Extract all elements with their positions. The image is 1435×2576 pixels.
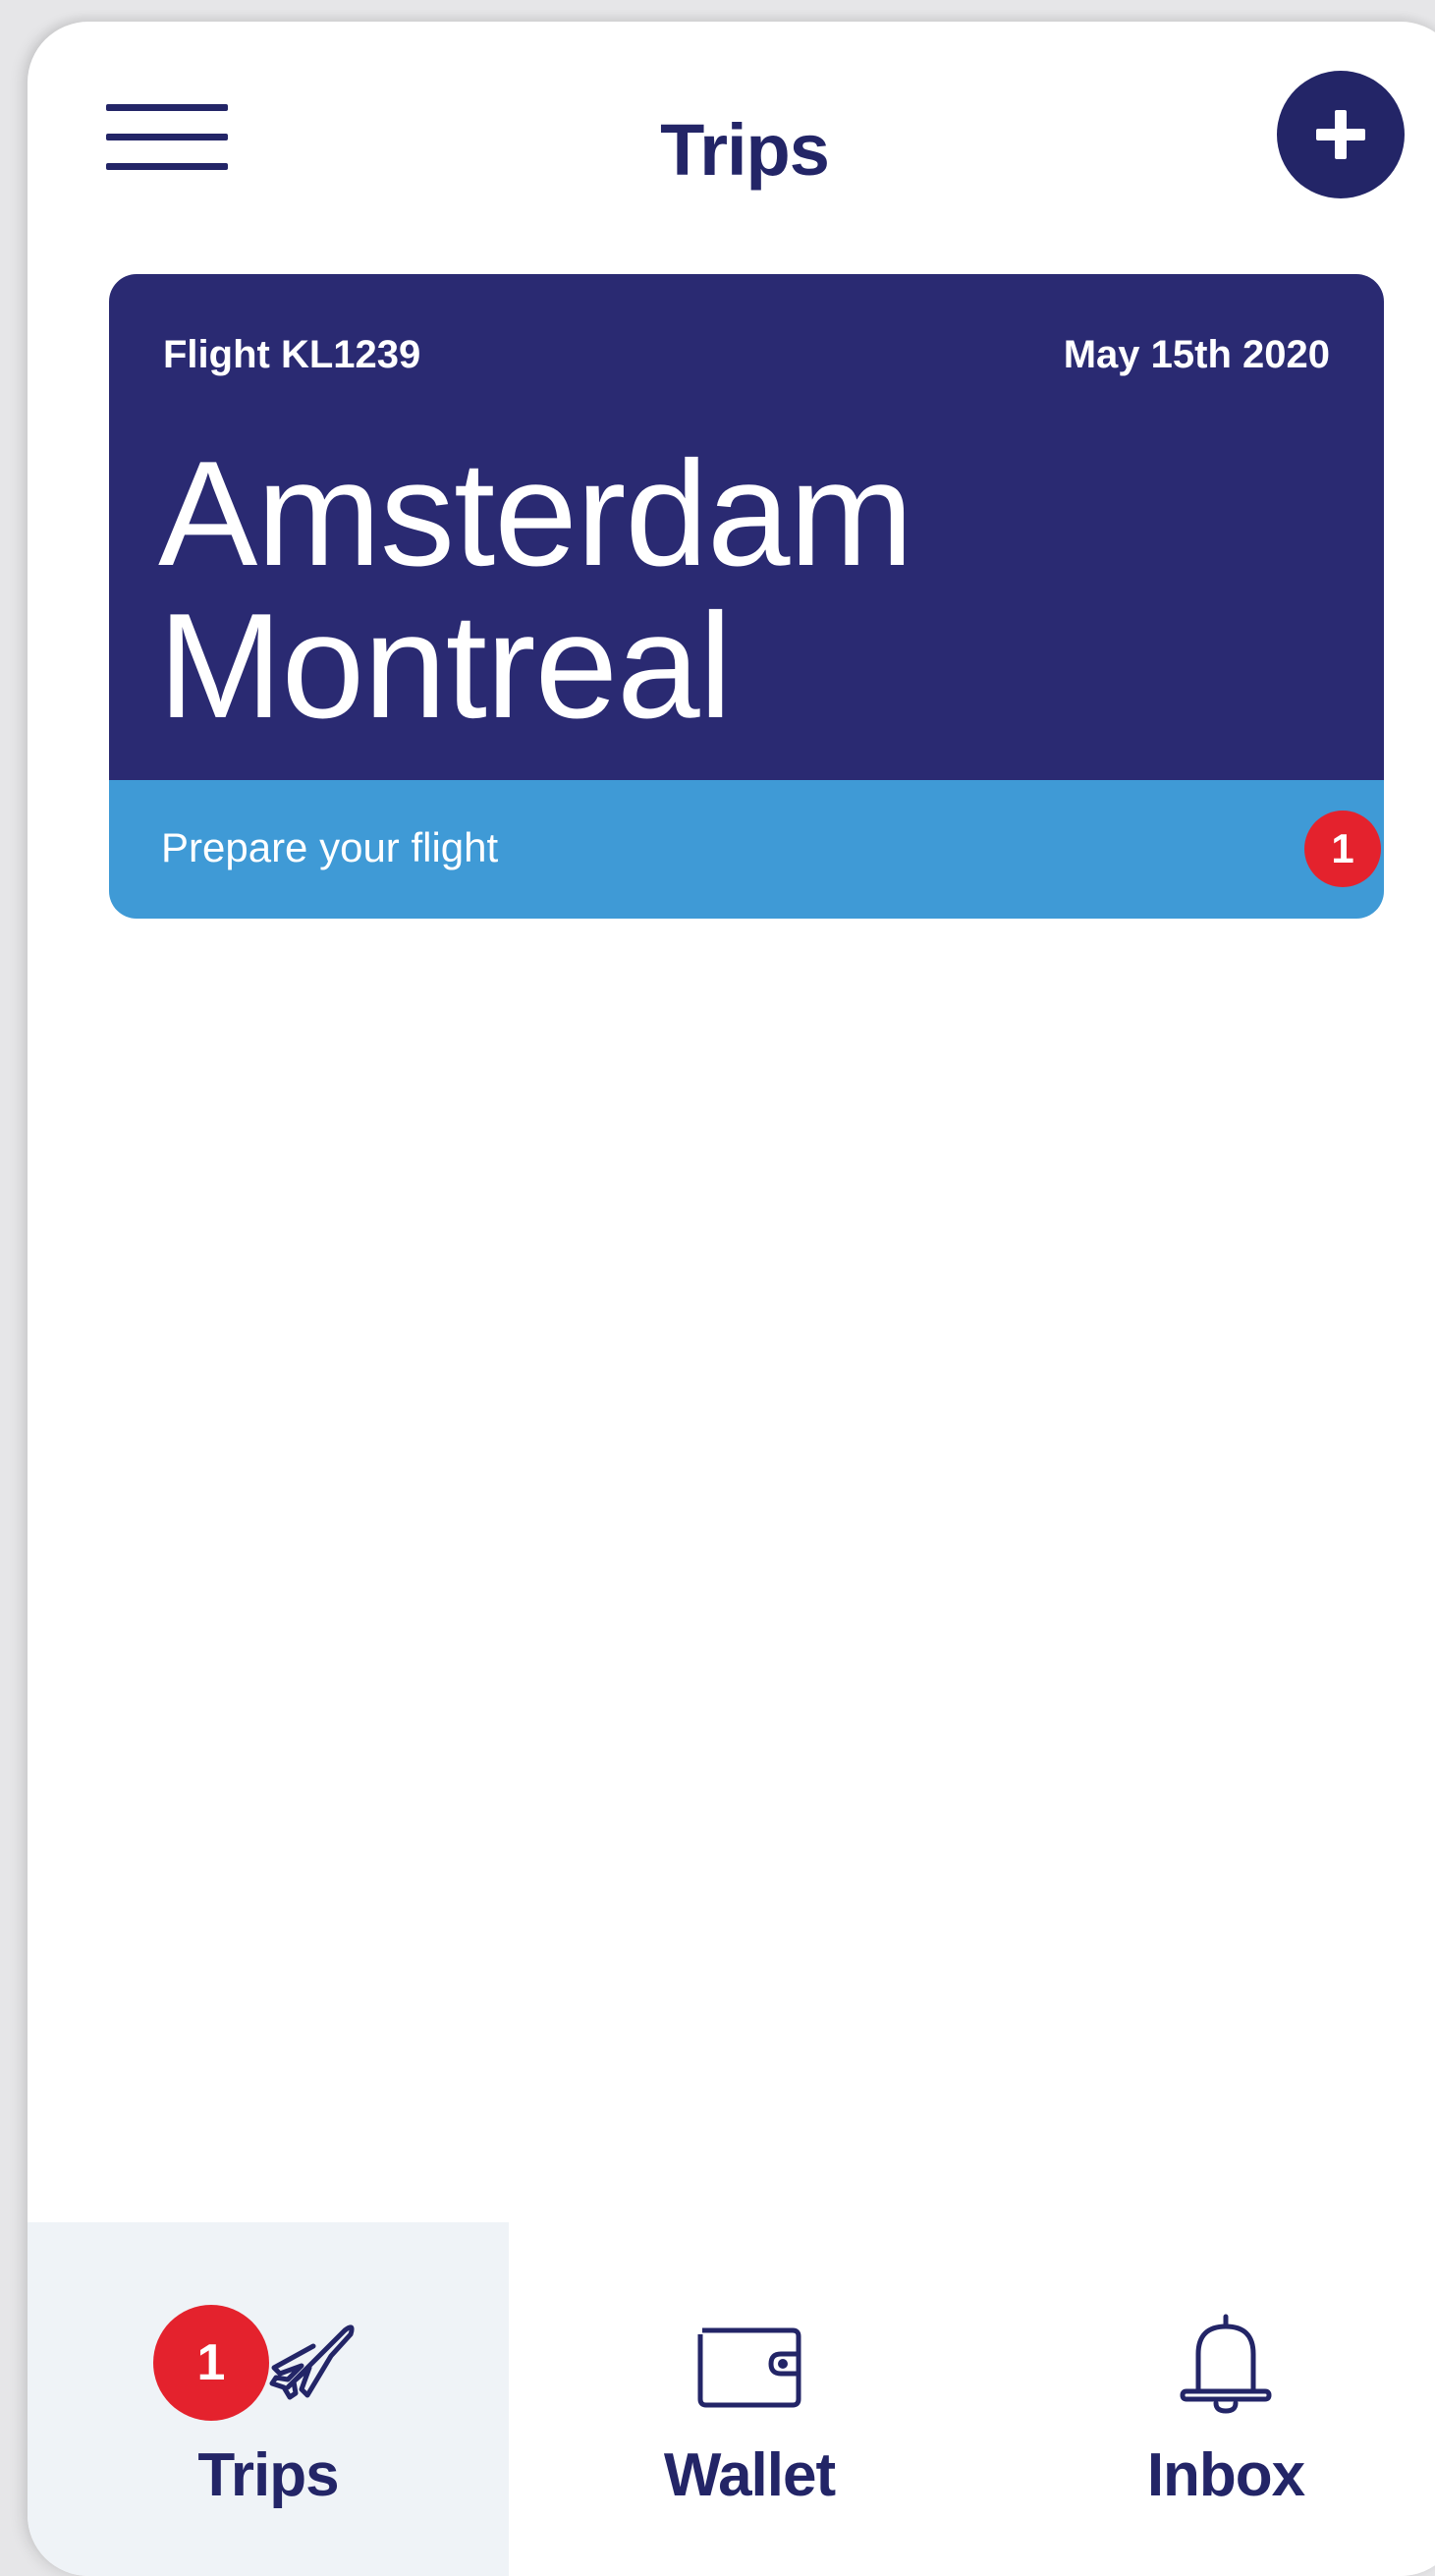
- origin-city: Amsterdam: [158, 430, 913, 597]
- prepare-flight-label: Prepare your flight: [161, 824, 499, 870]
- destination-city: Montreal: [158, 583, 732, 750]
- flight-date: May 15th 2020: [1063, 333, 1330, 376]
- trip-card-header: Flight KL1239 May 15th 2020 Amsterdam Mo…: [109, 274, 1384, 780]
- notification-badge: 1: [1304, 811, 1381, 887]
- trips-badge: 1: [153, 2305, 269, 2421]
- tab-trips[interactable]: 1 Trips: [28, 2222, 509, 2576]
- bell-icon: [1180, 2314, 1272, 2414]
- page-title: Trips: [660, 109, 830, 191]
- wallet-icon: [697, 2327, 801, 2408]
- add-trip-button[interactable]: [1277, 71, 1405, 198]
- app-screen: Trips Flight KL1239 May 15th 2020 Amster…: [28, 22, 1435, 2576]
- top-bar: Trips: [28, 22, 1435, 267]
- tab-wallet-label: Wallet: [663, 2441, 836, 2509]
- bottom-navigation: 1 Trips Wallet Inbox: [28, 2222, 1435, 2576]
- tab-trips-label: Trips: [197, 2441, 339, 2509]
- prepare-flight-bar[interactable]: Prepare your flight 1: [109, 780, 1384, 919]
- tab-inbox[interactable]: Inbox: [985, 2222, 1435, 2576]
- tab-wallet[interactable]: Wallet: [509, 2222, 990, 2576]
- tab-inbox-label: Inbox: [1146, 2441, 1305, 2509]
- flight-number: Flight KL1239: [163, 333, 421, 376]
- trip-card[interactable]: Flight KL1239 May 15th 2020 Amsterdam Mo…: [109, 274, 1384, 919]
